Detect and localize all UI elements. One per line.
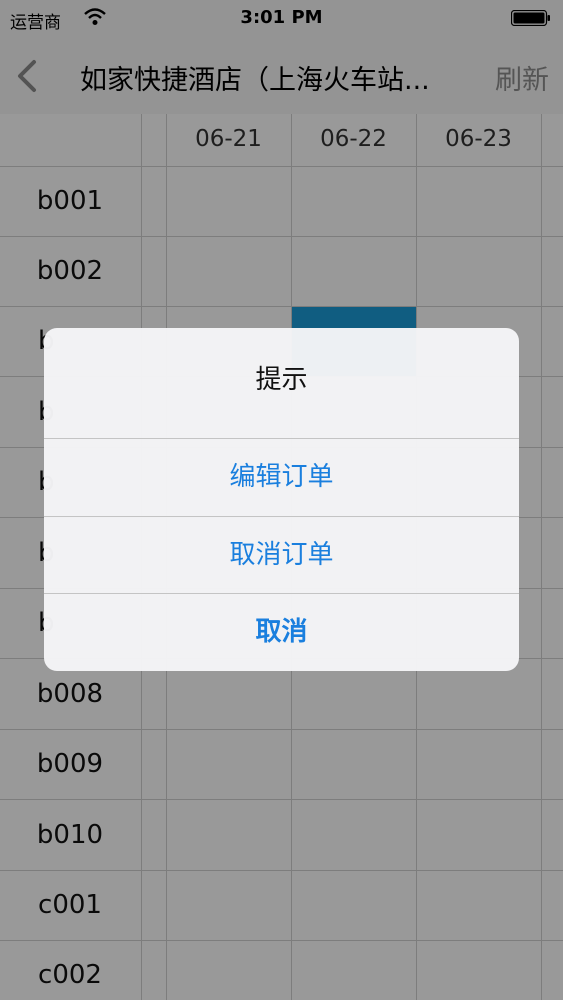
cancel-button[interactable]: 取消 [44, 594, 519, 671]
cancel-order-button[interactable]: 取消订单 [44, 517, 519, 594]
alert-dialog: 提示 编辑订单 取消订单 取消 [44, 328, 519, 671]
edit-order-button[interactable]: 编辑订单 [44, 439, 519, 516]
alert-title: 提示 [255, 365, 308, 395]
